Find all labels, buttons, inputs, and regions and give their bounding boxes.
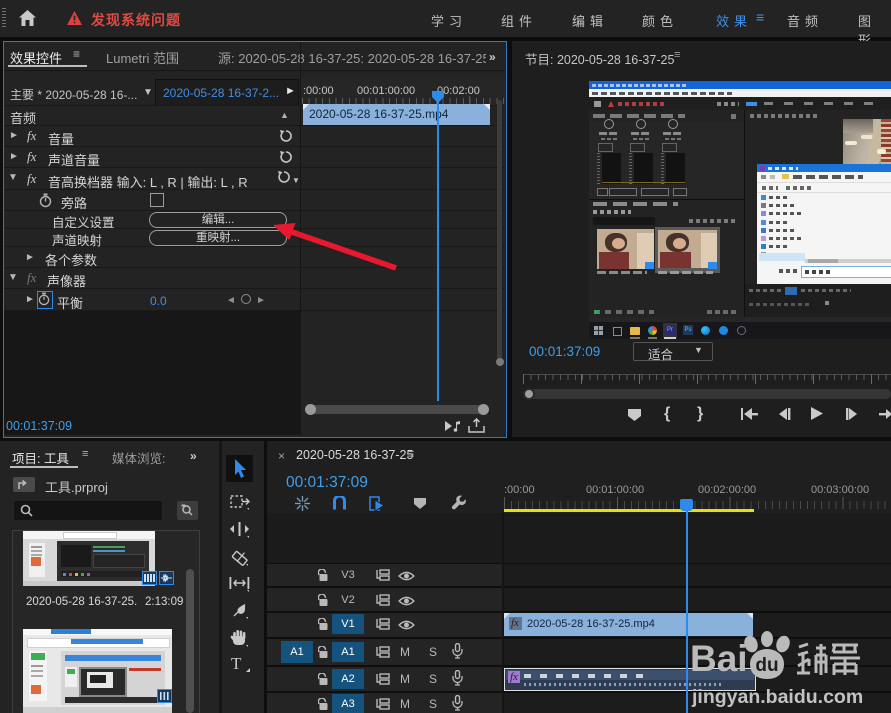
svg-text:du: du — [755, 655, 778, 676]
